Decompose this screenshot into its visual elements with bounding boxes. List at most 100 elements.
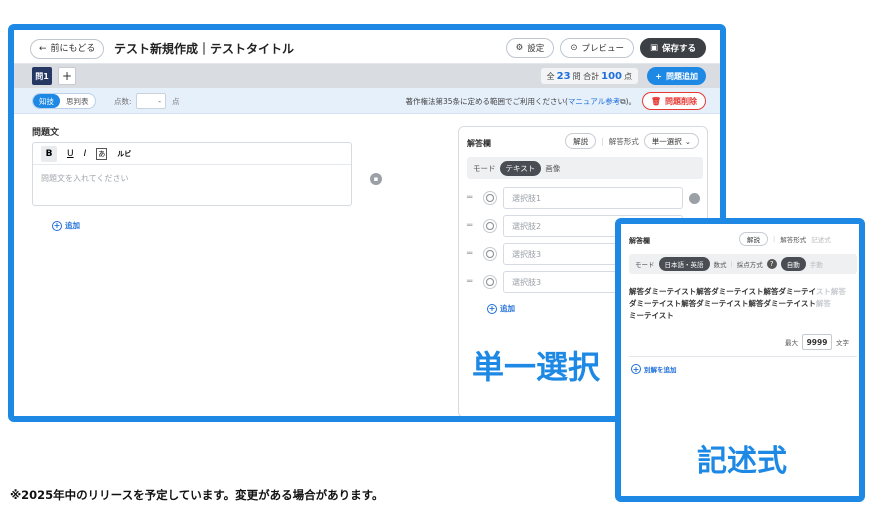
add-question-item-link[interactable]: + 追加 xyxy=(52,220,80,231)
kana-button[interactable]: あ xyxy=(96,147,108,160)
italic-button[interactable]: I xyxy=(84,149,87,159)
answer-text-fade: スト解答 xyxy=(815,287,846,296)
mode-image[interactable]: 画像 xyxy=(545,163,560,174)
question-text-label: 問題文 xyxy=(32,128,60,138)
divider xyxy=(629,356,857,357)
skill-option-knowledge[interactable]: 知技 xyxy=(33,94,60,108)
editor-toolbar: B U I あ ルビ xyxy=(33,143,351,165)
skill-toggle[interactable]: 知技 思判表 xyxy=(32,93,96,109)
max-unit: 文字 xyxy=(836,339,849,347)
add-label: 追加 xyxy=(65,221,80,230)
overlay-format-label: 解答形式 xyxy=(780,236,807,244)
scoring-label: 採点方式 xyxy=(736,261,763,269)
answer-text-fade: 解答 xyxy=(815,299,831,308)
answer-text: ミーテイスト xyxy=(629,311,674,320)
trash-icon: 🗑 xyxy=(650,96,661,106)
trash-icon[interactable] xyxy=(689,192,700,204)
delete-question-button[interactable]: 🗑 問題削除 xyxy=(641,92,706,110)
question-editor[interactable]: B U I あ ルビ 問題文を入れてください xyxy=(32,142,352,206)
total-points: 100 xyxy=(601,70,622,82)
plus-circle-icon: + xyxy=(631,364,641,374)
add-question-label: 問題追加 xyxy=(666,71,698,81)
score-value: - xyxy=(158,96,161,106)
explanation-button[interactable]: 解説 xyxy=(565,133,597,149)
add-alternative-answer-link[interactable]: + 別解を追加 xyxy=(631,364,677,374)
overlay-format-value[interactable]: 記述式 xyxy=(811,234,831,244)
answer-format-value: 単一選択 xyxy=(651,136,682,146)
mode-text[interactable]: テキスト xyxy=(499,160,542,176)
skill-option-thinking[interactable]: 思判表 xyxy=(60,94,95,108)
trash-icon[interactable]: ▪ xyxy=(370,173,382,185)
save-label: 保存する xyxy=(661,44,696,54)
save-button[interactable]: ▣ 保存する xyxy=(639,38,706,58)
radio-button[interactable] xyxy=(483,219,497,233)
summary-mid: 問 合計 xyxy=(572,71,600,81)
tab-question-1[interactable]: 問1 xyxy=(32,67,52,85)
play-circle-icon: ⊙ xyxy=(570,43,578,53)
divider: | xyxy=(730,260,733,268)
drag-handle-icon[interactable]: ═ xyxy=(467,221,477,231)
answer-text: 解答ダミーテイスト解答ダミーテイスト解答ダミーテイ xyxy=(629,287,816,296)
single-choice-caption: 単一選択 xyxy=(472,348,601,386)
manual-link[interactable]: マニュアル参考 xyxy=(568,97,620,106)
radio-button[interactable] xyxy=(483,247,497,261)
gear-icon: ⚙ xyxy=(515,43,524,53)
arrow-left-icon: ← xyxy=(39,44,47,54)
answer-text: ダミーテイスト解答ダミーテイスト解答ダミーテイスト xyxy=(629,299,816,308)
question-placeholder: 問題文を入れてください xyxy=(41,174,129,183)
mode-label: モード xyxy=(635,261,655,269)
answer-textarea[interactable]: 解答ダミーテイスト解答ダミーテイスト解答ダミーテイスト解答 ダミーテイスト解答ダ… xyxy=(629,286,857,322)
divider: | xyxy=(601,136,604,146)
preview-button[interactable]: ⊙ プレビュー xyxy=(560,38,634,58)
delete-label: 問題削除 xyxy=(665,96,697,106)
answer-format-select[interactable]: 単一選択 ⌄ xyxy=(643,133,699,149)
score-select[interactable]: - xyxy=(136,93,166,109)
copyright-notice: 著作権法第35条に定める範囲でご利用ください(マニュアル参考⧉)。 xyxy=(405,96,636,107)
question-tab-bar: 問1 + 全 23 問 合計 100 点 + 問題追加 xyxy=(14,64,720,88)
score-unit: 点 xyxy=(172,97,180,106)
radio-button[interactable] xyxy=(483,191,497,205)
add-label: 追加 xyxy=(500,304,515,313)
scoring-manual[interactable]: 手動 xyxy=(810,259,823,269)
drag-handle-icon[interactable]: ═ xyxy=(467,193,477,203)
mode-japanese-english[interactable]: 日本語・英語 xyxy=(658,257,710,271)
summary-suffix: 点 xyxy=(624,71,632,81)
chevron-down-icon: ⌄ xyxy=(684,136,691,146)
copyright-end: )。 xyxy=(625,97,636,106)
scoring-auto[interactable]: 自動 xyxy=(780,257,806,271)
drag-handle-icon[interactable]: ═ xyxy=(467,277,477,287)
plus-circle-icon: + xyxy=(487,303,497,314)
question-summary: 全 23 問 合計 100 点 xyxy=(540,68,638,84)
ruby-button[interactable]: ルビ xyxy=(117,149,131,159)
overlay-explanation-button[interactable]: 解説 xyxy=(739,232,768,246)
overlay-panel-title: 解答欄 xyxy=(629,237,650,245)
mode-formula[interactable]: 数式 xyxy=(714,259,727,269)
max-length-input[interactable]: 9999 xyxy=(802,334,832,350)
max-label: 最大 xyxy=(785,339,798,347)
settings-button[interactable]: ⚙ 設定 xyxy=(505,38,555,58)
add-choice-link[interactable]: + 追加 xyxy=(487,303,515,314)
score-label: 点数: xyxy=(114,97,132,106)
add-tab-button[interactable]: + xyxy=(58,67,76,85)
choice-input[interactable]: 選択肢1 xyxy=(503,187,683,209)
help-icon[interactable]: ? xyxy=(766,259,777,269)
question-settings-row: 知技 思判表 点数: - 点 著作権法第35条に定める範囲でご利用ください(マニ… xyxy=(14,88,720,114)
underline-button[interactable]: U xyxy=(67,149,74,159)
plus-circle-icon: + xyxy=(52,220,62,231)
answer-panel-title: 解答欄 xyxy=(467,139,491,148)
answer-format-label: 解答形式 xyxy=(608,136,639,146)
release-footnote: ※2025年中のリリースを予定しています。変更がある場合があります。 xyxy=(10,488,384,502)
mode-label: モード xyxy=(473,163,496,173)
settings-label: 設定 xyxy=(527,44,545,54)
descriptive-caption: 記述式 xyxy=(697,444,787,479)
choice-row: ═ 選択肢1 xyxy=(467,187,703,209)
add-question-button[interactable]: + 問題追加 xyxy=(647,67,706,85)
bold-button[interactable]: B xyxy=(41,145,57,162)
descriptive-answer-frame: 解答欄 解説 | 解答形式 記述式 モード 日本語・英語 数式 | 採点方式 ?… xyxy=(615,218,865,502)
add-alt-label: 別解を追加 xyxy=(644,366,677,374)
copyright-text: 著作権法第35条に定める範囲でご利用ください( xyxy=(405,97,568,106)
radio-button[interactable] xyxy=(483,275,497,289)
overlay-mode-row: モード 日本語・英語 数式 | 採点方式 ? 自動 手動 xyxy=(629,254,857,274)
back-button[interactable]: ← 前にもどる xyxy=(30,39,105,59)
drag-handle-icon[interactable]: ═ xyxy=(467,249,477,259)
